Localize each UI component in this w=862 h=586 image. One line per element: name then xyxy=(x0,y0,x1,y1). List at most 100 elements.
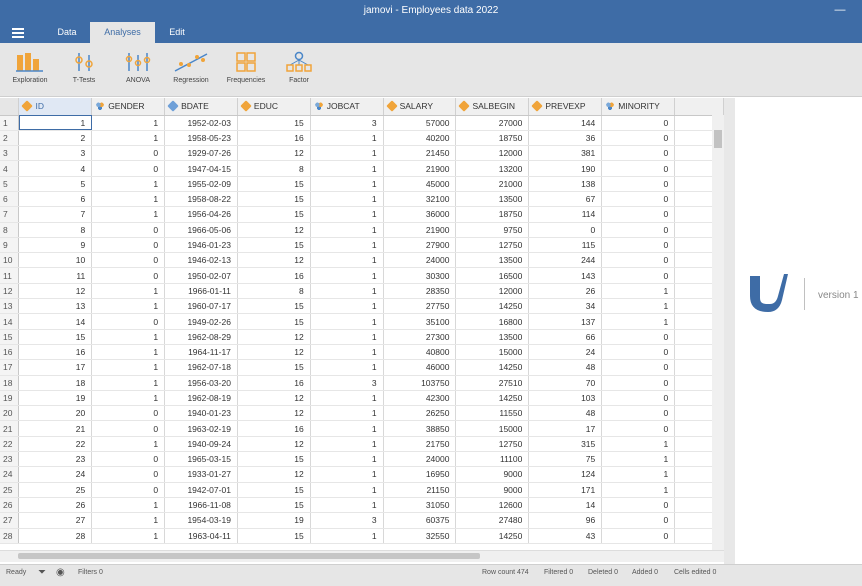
cell-salary[interactable]: 28350 xyxy=(383,283,457,300)
cell-prevexp[interactable]: 66 xyxy=(528,329,603,345)
cell-gender[interactable]: 1 xyxy=(91,176,166,192)
cell-educ[interactable]: 15 xyxy=(237,115,311,131)
cell-prevexp[interactable]: 17 xyxy=(528,420,603,437)
cell-salary[interactable]: 57000 xyxy=(383,115,457,131)
cell-minority[interactable]: 1 xyxy=(601,482,676,498)
cell-gender[interactable]: 1 xyxy=(91,436,166,453)
regression-button[interactable]: Regression xyxy=(168,51,214,84)
frequencies-button[interactable]: Frequencies xyxy=(224,51,268,84)
cell-id[interactable]: 18 xyxy=(18,375,93,391)
cell-id[interactable]: 5 xyxy=(18,176,93,192)
cell-gender[interactable]: 1 xyxy=(91,375,166,391)
menu-icon[interactable] xyxy=(12,28,24,38)
cell-salary[interactable]: 21900 xyxy=(383,222,457,238)
cell-salary[interactable]: 38850 xyxy=(383,420,457,437)
cell-id[interactable]: 22 xyxy=(18,436,93,453)
cell-jobcat[interactable]: 1 xyxy=(310,329,384,345)
column-header-salbegin[interactable]: SALBEGIN xyxy=(455,98,530,116)
cell-salbegin[interactable]: 12000 xyxy=(455,283,530,300)
cell-bdate[interactable]: 1940-09-24 xyxy=(164,436,238,453)
cell-gender[interactable]: 1 xyxy=(91,206,166,223)
cell-gender[interactable]: 1 xyxy=(91,512,166,529)
minimize-button[interactable]: — xyxy=(834,0,846,22)
cell-id[interactable]: 24 xyxy=(18,466,93,483)
cell-educ[interactable]: 16 xyxy=(237,375,311,391)
cell-educ[interactable]: 15 xyxy=(237,482,311,498)
cell-educ[interactable]: 15 xyxy=(237,451,311,468)
cell-salary[interactable]: 27750 xyxy=(383,298,457,315)
column-header-jobcat[interactable]: JOBCAT xyxy=(310,98,384,116)
cell-minority[interactable]: 1 xyxy=(601,283,676,300)
exploration-button[interactable]: Exploration xyxy=(8,51,52,84)
cell-jobcat[interactable]: 1 xyxy=(310,130,384,147)
cell-prevexp[interactable]: 114 xyxy=(528,206,603,223)
cell-prevexp[interactable]: 144 xyxy=(528,115,603,131)
cell-gender[interactable]: 1 xyxy=(91,298,166,315)
cell-minority[interactable]: 0 xyxy=(601,191,676,208)
cell-jobcat[interactable]: 1 xyxy=(310,390,384,407)
cell-gender[interactable]: 0 xyxy=(91,252,166,269)
cell-jobcat[interactable]: 1 xyxy=(310,206,384,223)
cell-salbegin[interactable]: 14250 xyxy=(455,298,530,315)
cell-bdate[interactable]: 1950-02-07 xyxy=(164,267,238,284)
t-tests-button[interactable]: T-Tests xyxy=(64,51,104,84)
cell-bdate[interactable]: 1958-05-23 xyxy=(164,130,238,147)
cell-minority[interactable]: 0 xyxy=(601,160,676,177)
cell-salbegin[interactable]: 11100 xyxy=(455,451,530,468)
cell-salary[interactable]: 42300 xyxy=(383,390,457,407)
cell-salbegin[interactable]: 13200 xyxy=(455,160,530,177)
cell-salbegin[interactable]: 14250 xyxy=(455,359,530,376)
cell-gender[interactable]: 1 xyxy=(91,191,166,208)
cell-prevexp[interactable]: 171 xyxy=(528,482,603,498)
cell-salary[interactable]: 21450 xyxy=(383,145,457,162)
cell-salbegin[interactable]: 13500 xyxy=(455,191,530,208)
cell-salbegin[interactable]: 12600 xyxy=(455,497,530,514)
cell-bdate[interactable]: 1942-07-01 xyxy=(164,482,238,498)
cell-salbegin[interactable]: 9750 xyxy=(455,222,530,238)
cell-id[interactable]: 13 xyxy=(18,298,93,315)
cell-salbegin[interactable]: 27510 xyxy=(455,375,530,391)
cell-educ[interactable]: 16 xyxy=(237,130,311,147)
cell-id[interactable]: 10 xyxy=(18,252,93,269)
visibility-icon[interactable]: ◉ xyxy=(56,565,65,580)
cell-gender[interactable]: 0 xyxy=(91,160,166,177)
cell-salbegin[interactable]: 18750 xyxy=(455,206,530,223)
cell-educ[interactable]: 19 xyxy=(237,512,311,529)
cell-id[interactable]: 11 xyxy=(18,267,93,284)
cell-minority[interactable]: 0 xyxy=(601,206,676,223)
cell-salary[interactable]: 36000 xyxy=(383,206,457,223)
cell-bdate[interactable]: 1929-07-26 xyxy=(164,145,238,162)
cell-bdate[interactable]: 1963-02-19 xyxy=(164,420,238,437)
cell-jobcat[interactable]: 1 xyxy=(310,222,384,238)
cell-jobcat[interactable]: 1 xyxy=(310,466,384,483)
cell-id[interactable]: 26 xyxy=(18,497,93,514)
cell-minority[interactable]: 0 xyxy=(601,390,676,407)
cell-gender[interactable]: 0 xyxy=(91,237,166,254)
column-header-salary[interactable]: SALARY xyxy=(383,98,457,116)
cell-gender[interactable]: 0 xyxy=(91,466,166,483)
cell-id[interactable]: 4 xyxy=(18,160,93,177)
cell-minority[interactable]: 0 xyxy=(601,222,676,238)
cell-salbegin[interactable]: 21000 xyxy=(455,176,530,192)
cell-educ[interactable]: 16 xyxy=(237,267,311,284)
cell-jobcat[interactable]: 1 xyxy=(310,436,384,453)
tab-analyses[interactable]: Analyses xyxy=(90,22,155,43)
cell-bdate[interactable]: 1946-02-13 xyxy=(164,252,238,269)
cell-prevexp[interactable]: 381 xyxy=(528,145,603,162)
cell-id[interactable]: 21 xyxy=(18,420,93,437)
cell-educ[interactable]: 16 xyxy=(237,420,311,437)
cell-bdate[interactable]: 1947-04-15 xyxy=(164,160,238,177)
cell-minority[interactable]: 1 xyxy=(601,298,676,315)
cell-minority[interactable]: 1 xyxy=(601,466,676,483)
cell-minority[interactable]: 0 xyxy=(601,405,676,422)
cell-jobcat[interactable]: 1 xyxy=(310,497,384,514)
cell-gender[interactable]: 0 xyxy=(91,222,166,238)
cell-id[interactable]: 2 xyxy=(18,130,93,147)
cell-gender[interactable]: 0 xyxy=(91,313,166,330)
cell-bdate[interactable]: 1962-07-18 xyxy=(164,359,238,376)
cell-salary[interactable]: 21750 xyxy=(383,436,457,453)
cell-bdate[interactable]: 1965-03-15 xyxy=(164,451,238,468)
cell-prevexp[interactable]: 137 xyxy=(528,313,603,330)
cell-salary[interactable]: 32550 xyxy=(383,528,457,544)
cell-bdate[interactable]: 1960-07-17 xyxy=(164,298,238,315)
